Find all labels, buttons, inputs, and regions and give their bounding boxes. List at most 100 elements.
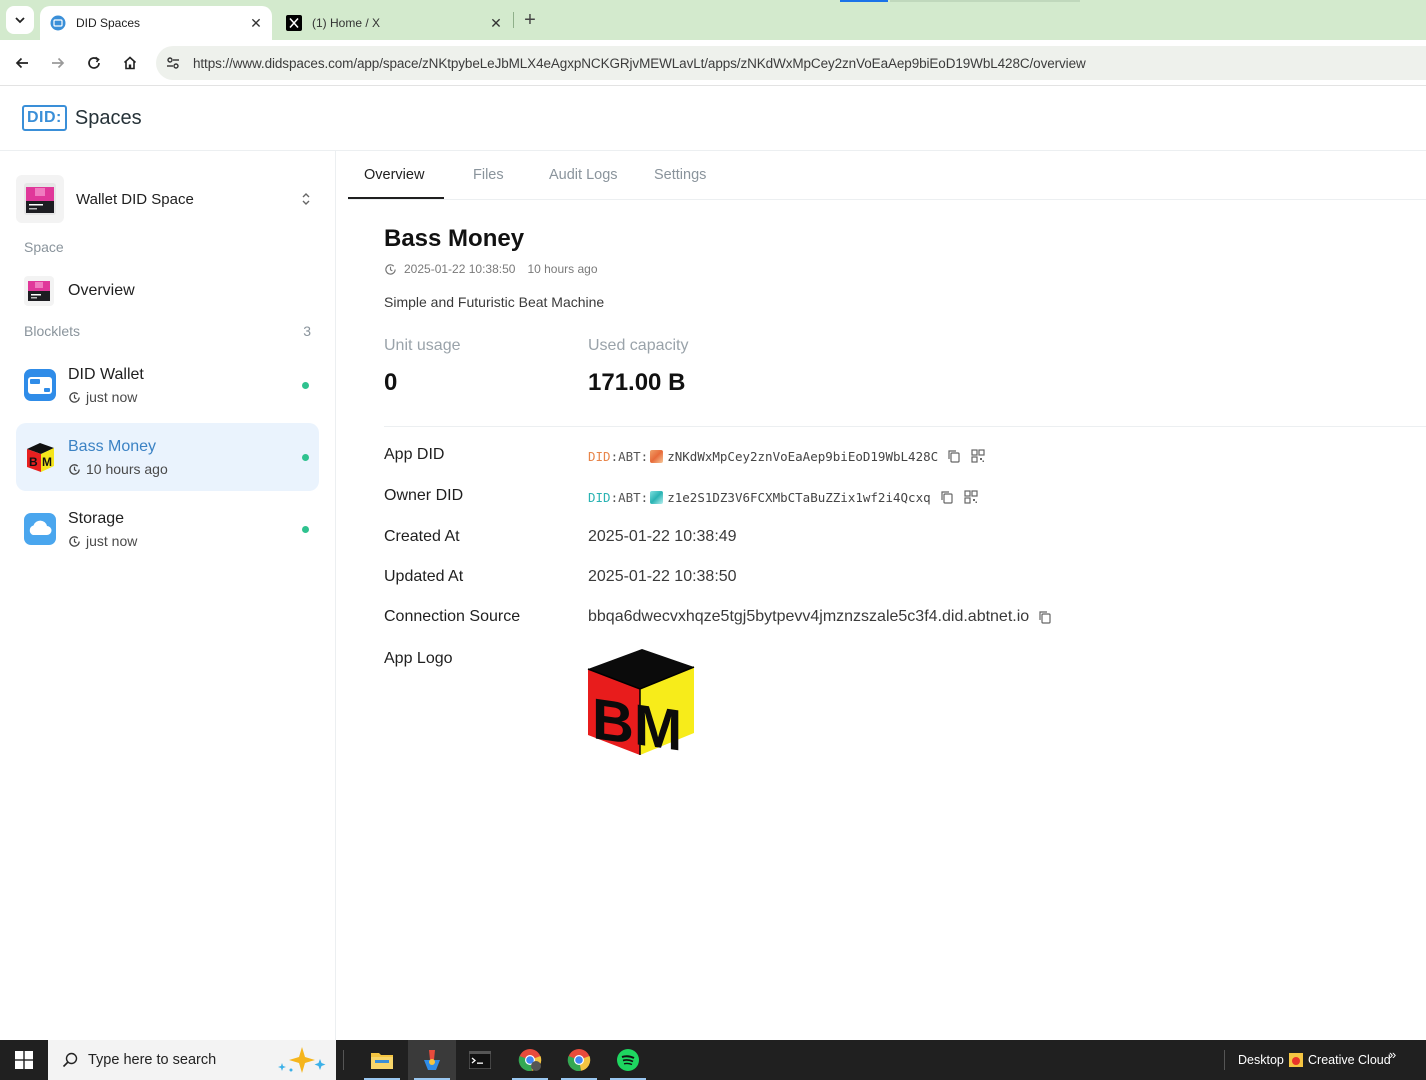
blocklet-updated-time: 10 hours ago bbox=[86, 461, 168, 477]
qrcode-icon[interactable] bbox=[970, 448, 986, 464]
copy-icon[interactable] bbox=[1037, 609, 1053, 625]
app-did-row: DID :ABT: zNKdWxMpCey2znVoEaAep9biEoD19W… bbox=[588, 448, 986, 464]
browser-tabstrip: DID Spaces ✕ (1) Home / X ✕ + bbox=[0, 0, 1426, 40]
tab-search-chevron-icon[interactable] bbox=[6, 6, 34, 34]
stat-label: Used capacity bbox=[588, 337, 689, 354]
stat-label: Unit usage bbox=[384, 337, 461, 354]
history-clock-icon bbox=[68, 390, 82, 404]
blocklet-name: DID Wallet bbox=[68, 366, 144, 383]
did-wallet-icon bbox=[24, 369, 56, 401]
did-prefix: DID bbox=[588, 489, 611, 505]
app-updated-timestamp: 2025-01-22 10:38:50 bbox=[404, 262, 516, 276]
toolbar-overflow-icon[interactable]: » bbox=[1389, 1034, 1396, 1074]
terminal-icon[interactable] bbox=[456, 1040, 504, 1080]
home-icon[interactable] bbox=[117, 50, 143, 76]
reload-icon[interactable] bbox=[81, 50, 107, 76]
bass-money-icon: BM bbox=[24, 441, 56, 473]
sidebar-item-did-wallet[interactable]: DID Wallet just now bbox=[16, 351, 319, 419]
blocklet-updated-time: just now bbox=[86, 533, 138, 549]
taskbar-divider bbox=[343, 1050, 344, 1070]
app-logo-image: BM bbox=[587, 649, 695, 757]
tab-overview[interactable]: Overview bbox=[364, 167, 424, 183]
history-clock-icon bbox=[384, 262, 398, 276]
spotify-icon[interactable] bbox=[604, 1040, 652, 1080]
forward-arrow-icon[interactable] bbox=[45, 50, 71, 76]
did-method: :ABT: bbox=[610, 489, 649, 505]
updated-at-label: Updated At bbox=[384, 568, 464, 585]
taskbar-divider bbox=[1224, 1050, 1225, 1070]
close-tab-icon[interactable]: ✕ bbox=[246, 13, 266, 33]
browser-tab-title: (1) Home / X bbox=[312, 16, 381, 30]
logo-badge: DID: bbox=[22, 105, 67, 131]
app-updated-relative: 10 hours ago bbox=[527, 262, 598, 276]
address-bar[interactable]: https://www.didspaces.com/app/space/zNKt… bbox=[156, 46, 1426, 80]
tab-settings[interactable]: Settings bbox=[654, 167, 706, 183]
did-method: :ABT: bbox=[610, 448, 649, 464]
blocklet-name: Storage bbox=[68, 510, 125, 527]
stat-value: 171.00 B bbox=[588, 369, 686, 396]
sidebar-item-label: Overview bbox=[68, 282, 135, 299]
x-favicon-icon bbox=[286, 15, 302, 31]
status-running-dot bbox=[302, 453, 309, 461]
sidebar-section-space: Space bbox=[24, 239, 64, 255]
sidebar-item-bass-money[interactable]: BM Bass Money 10 hours ago bbox=[16, 423, 319, 491]
stat-value: 0 bbox=[384, 369, 398, 396]
main-content: Overview Files Audit Logs Settings Bass … bbox=[336, 151, 1426, 1040]
desktop-toolbar[interactable]: Desktop bbox=[1238, 1040, 1284, 1080]
status-running-dot bbox=[302, 525, 309, 533]
app-did[interactable]: DID :ABT: zNKdWxMpCey2znVoEaAep9biEoD19W… bbox=[588, 449, 938, 464]
blocklet-count: 3 bbox=[303, 323, 311, 339]
history-clock-icon bbox=[68, 534, 82, 548]
tab-files[interactable]: Files bbox=[473, 167, 504, 183]
app-did-label: App DID bbox=[384, 446, 445, 463]
did-address: zNKdWxMpCey2znVoEaAep9biEoD19WbL428C bbox=[667, 448, 939, 464]
space-name: Wallet DID Space bbox=[76, 190, 194, 208]
creative-cloud-icon bbox=[1289, 1053, 1303, 1067]
history-clock-icon bbox=[68, 462, 82, 476]
section-divider bbox=[384, 426, 1426, 427]
copy-icon[interactable] bbox=[939, 489, 955, 505]
did-prefix: DID bbox=[588, 448, 611, 464]
did-spaces-favicon-icon bbox=[50, 15, 66, 31]
browser-tab-did-spaces[interactable]: DID Spaces ✕ bbox=[40, 6, 272, 40]
overview-icon bbox=[24, 276, 54, 306]
tab-audit-logs[interactable]: Audit Logs bbox=[549, 167, 618, 183]
svg-text:M: M bbox=[42, 455, 52, 469]
chrome-profile-icon[interactable] bbox=[506, 1040, 554, 1080]
sidebar: Wallet DID Space Space Overview Blocklet… bbox=[0, 151, 336, 1040]
app-logo-label: App Logo bbox=[384, 650, 453, 667]
copy-icon[interactable] bbox=[946, 448, 962, 464]
status-running-dot bbox=[302, 381, 309, 389]
app-launcher-icon[interactable] bbox=[408, 1040, 456, 1080]
creative-cloud-toolbar[interactable]: Creative Cloud bbox=[1288, 1040, 1391, 1080]
windows-start-icon[interactable] bbox=[0, 1040, 48, 1080]
space-switcher[interactable]: Wallet DID Space bbox=[16, 175, 316, 223]
unfold-chevrons-icon[interactable] bbox=[296, 189, 316, 209]
file-explorer-icon[interactable] bbox=[358, 1040, 406, 1080]
sidebar-item-overview[interactable]: Overview bbox=[16, 271, 316, 311]
active-tab-underline bbox=[348, 197, 444, 199]
owner-did-label: Owner DID bbox=[384, 487, 464, 504]
stat-unit-usage: Unit usage 0 bbox=[384, 337, 461, 397]
connection-source-row: bbqa6dwecvxhqze5tgj5bytpevv4jmznzszale5c… bbox=[588, 608, 1053, 626]
owner-did[interactable]: DID :ABT: z1e2S1DZ3V6FCXMbCTaBuZZix1wf2i… bbox=[588, 490, 931, 505]
new-tab-plus-icon[interactable]: + bbox=[518, 8, 542, 32]
qrcode-icon[interactable] bbox=[963, 489, 979, 505]
chrome-icon[interactable] bbox=[555, 1040, 603, 1080]
close-tab-icon[interactable]: ✕ bbox=[486, 13, 506, 33]
blocklet-name: Bass Money bbox=[68, 438, 157, 455]
did-spaces-logo[interactable]: DID: Spaces bbox=[22, 105, 142, 131]
updated-at-value: 2025-01-22 10:38:50 bbox=[588, 568, 737, 585]
back-arrow-icon[interactable] bbox=[9, 50, 35, 76]
app-timestamp: 2025-01-22 10:38:50 10 hours ago bbox=[384, 262, 598, 276]
connection-source-value: bbqa6dwecvxhqze5tgj5bytpevv4jmznzszale5c… bbox=[588, 608, 1030, 625]
search-icon bbox=[60, 1050, 80, 1070]
blocklet-updated-time: just now bbox=[86, 389, 138, 405]
site-info-tune-icon[interactable] bbox=[162, 52, 184, 74]
storage-cloud-icon bbox=[24, 513, 56, 545]
browser-tab-x-home[interactable]: (1) Home / X ✕ bbox=[276, 6, 512, 40]
taskbar-search-box[interactable]: Type here to search bbox=[48, 1040, 336, 1080]
sidebar-item-storage[interactable]: Storage just now bbox=[16, 495, 319, 563]
browser-tab-title: DID Spaces bbox=[76, 16, 141, 30]
tab-separator bbox=[513, 12, 514, 28]
